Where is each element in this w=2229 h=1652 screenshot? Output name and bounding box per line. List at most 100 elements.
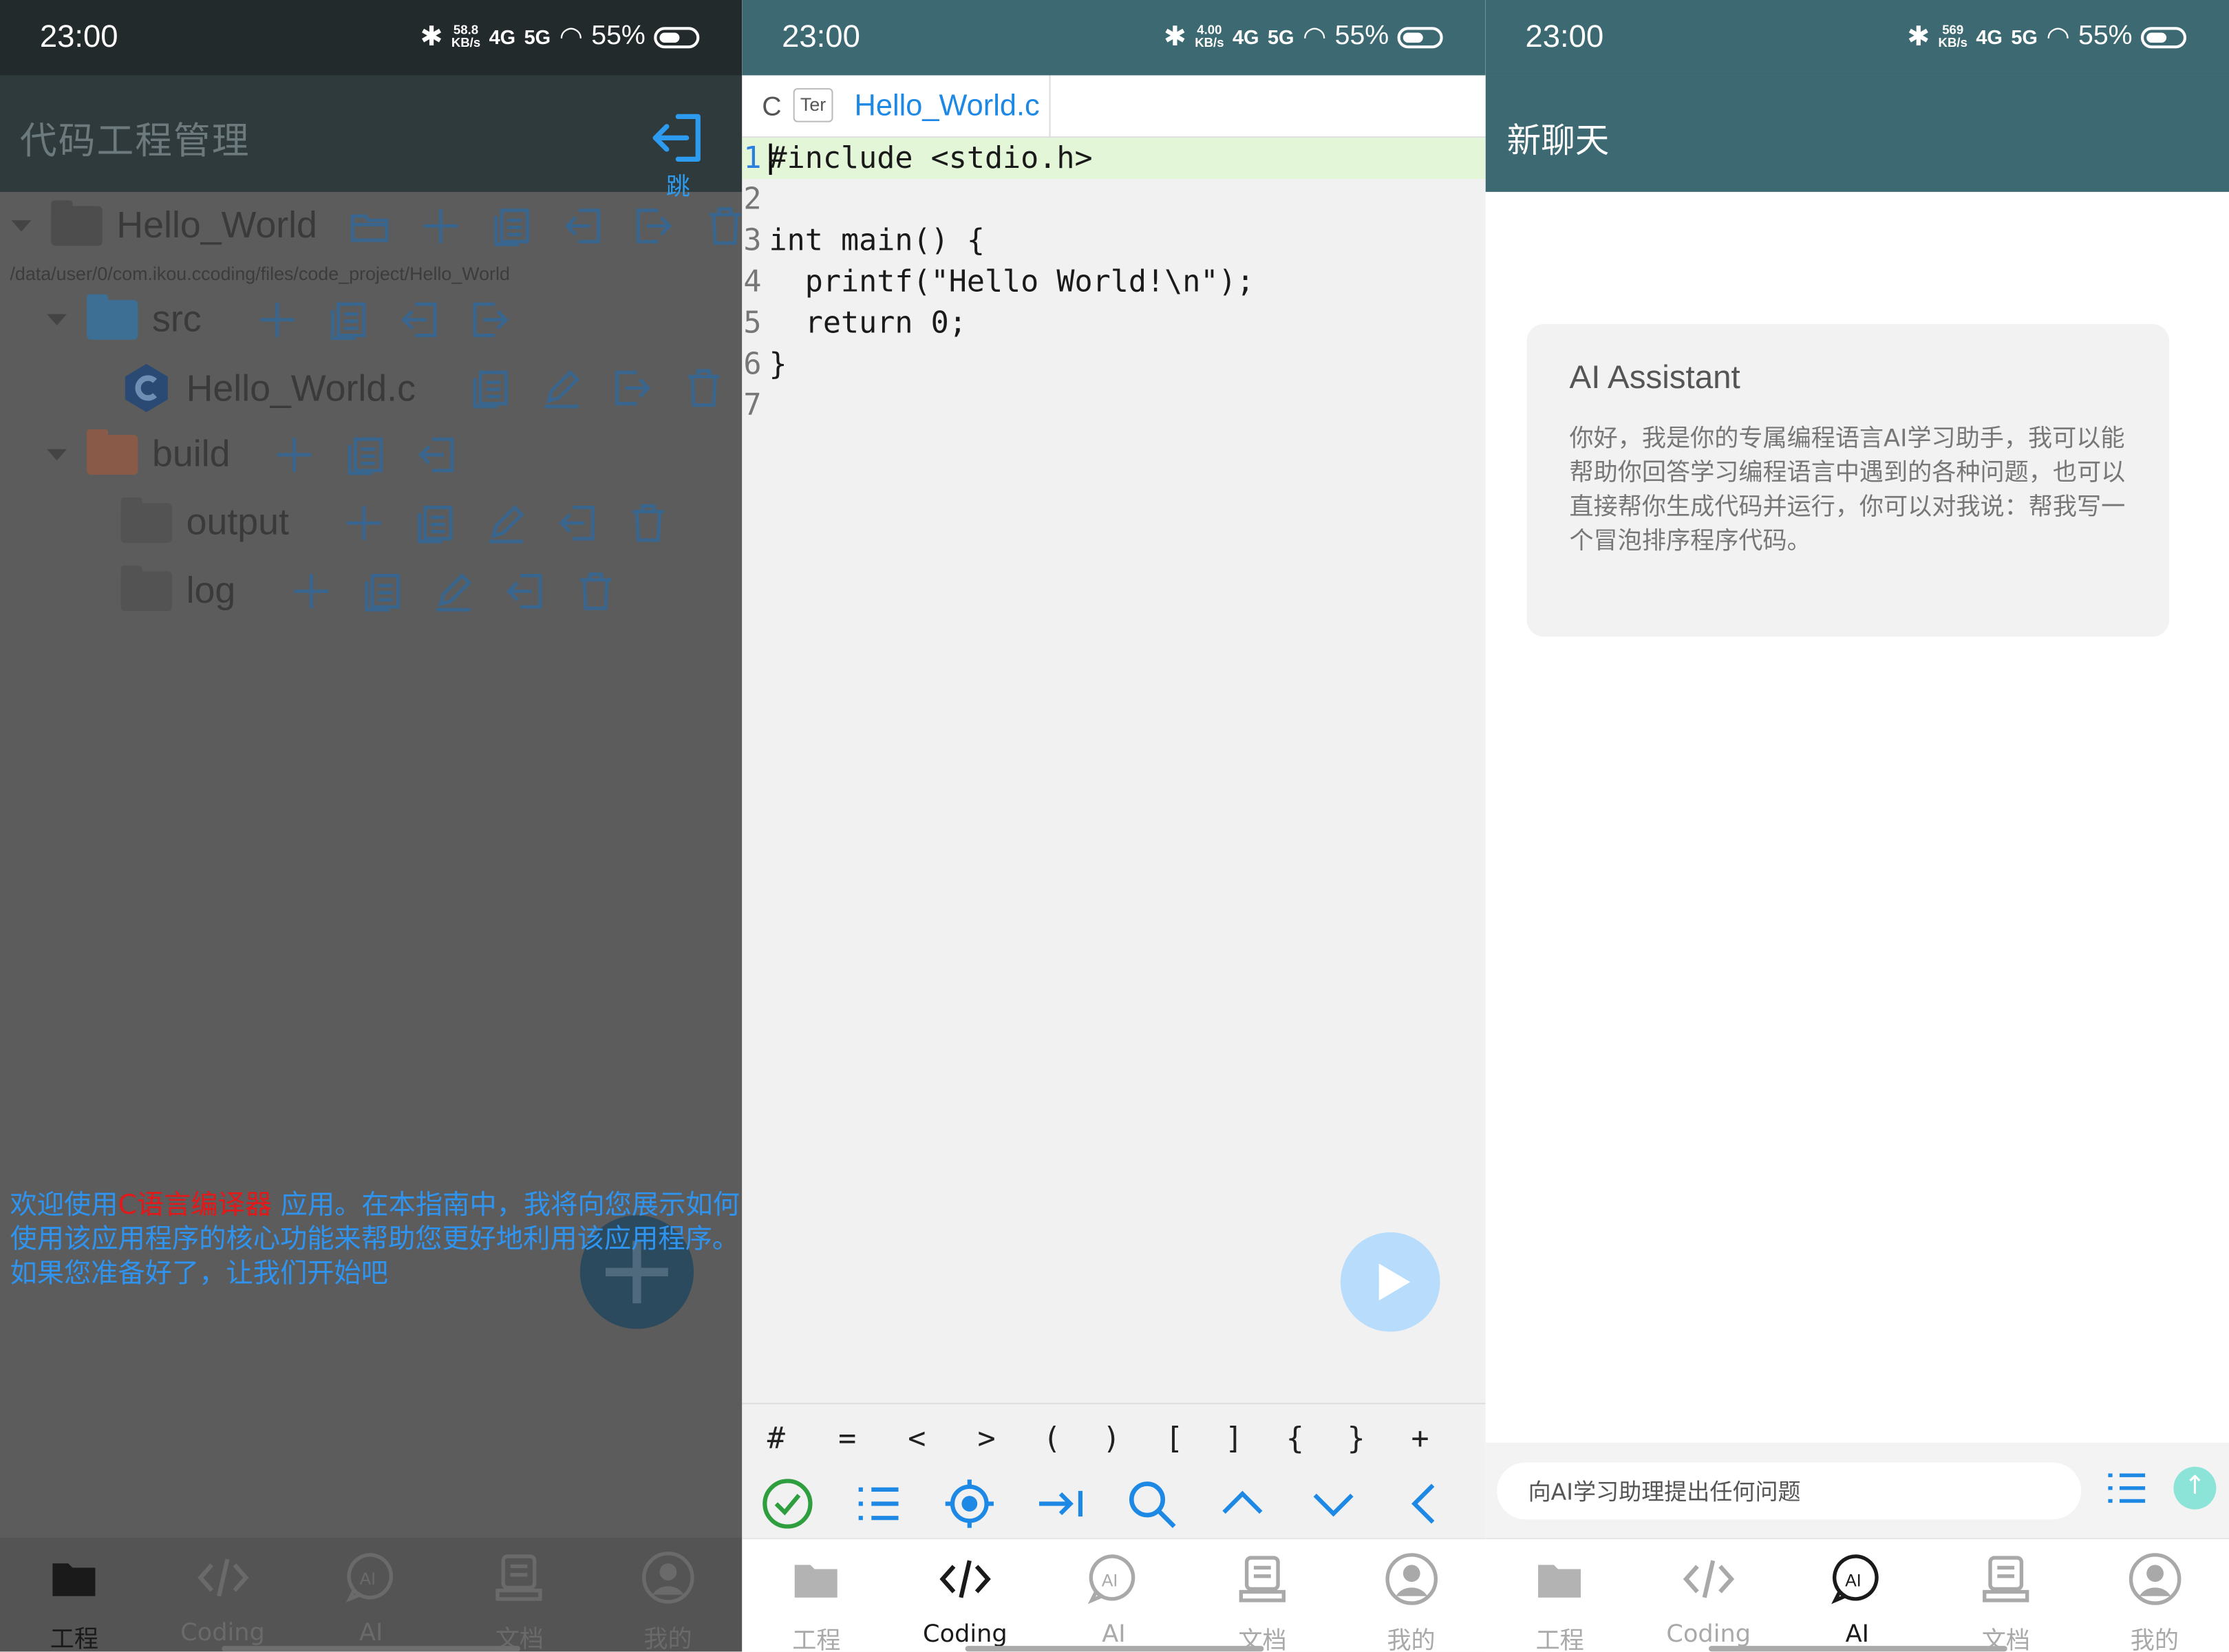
tree-node-build[interactable]: build bbox=[47, 428, 458, 476]
import-icon[interactable] bbox=[415, 433, 458, 475]
code-line: 7 bbox=[743, 387, 762, 422]
copy-icon[interactable] bbox=[414, 501, 457, 544]
network-speed: 58.8 KB/s bbox=[451, 23, 481, 50]
network-speed: 4.00 KB/s bbox=[1195, 23, 1224, 50]
copy-icon[interactable] bbox=[326, 298, 369, 341]
rename-icon[interactable] bbox=[431, 569, 474, 612]
collapse-triangle-icon bbox=[47, 448, 67, 460]
run-button[interactable] bbox=[1340, 1232, 1440, 1332]
nav-docs[interactable]: 文档 bbox=[1188, 1539, 1336, 1651]
chevron-up-icon[interactable] bbox=[1215, 1477, 1269, 1530]
nav-ai[interactable]: AI AI bbox=[1783, 1539, 1932, 1651]
export-icon[interactable] bbox=[612, 367, 654, 409]
battery-icon bbox=[2140, 26, 2187, 48]
symbol-key[interactable]: } bbox=[1336, 1422, 1376, 1456]
svg-text:AI: AI bbox=[360, 1570, 376, 1589]
symbol-key[interactable]: + bbox=[1400, 1422, 1440, 1456]
symbol-key[interactable]: < bbox=[897, 1422, 937, 1456]
jump-button[interactable]: 跳 bbox=[648, 112, 708, 202]
guide-text: 欢迎使用C语言编译器 应用。在本指南中，我将向您展示如何使用该应用程序的核心功能… bbox=[10, 1189, 740, 1289]
import-icon[interactable] bbox=[398, 298, 440, 341]
symbol-key[interactable]: { bbox=[1275, 1422, 1315, 1456]
check-icon[interactable] bbox=[760, 1477, 814, 1530]
add-icon[interactable] bbox=[273, 433, 315, 475]
indent-icon[interactable] bbox=[1034, 1477, 1087, 1530]
nav-ai[interactable]: AI AI bbox=[1039, 1539, 1188, 1651]
user-avatar-icon bbox=[641, 1552, 694, 1604]
chat-input-bar bbox=[1485, 1442, 2229, 1538]
tab-terminal[interactable]: Ter bbox=[793, 88, 833, 122]
import-icon[interactable] bbox=[503, 569, 546, 612]
folder-icon bbox=[1538, 1565, 1581, 1598]
tree-node-label: output bbox=[186, 500, 289, 544]
import-icon[interactable] bbox=[562, 204, 604, 246]
status-bar: 23:00 ✱ 569 KB/s 4G 5G ◠ 55% bbox=[1485, 0, 2229, 76]
nav-project[interactable]: 工程 bbox=[0, 1538, 149, 1651]
symbol-key[interactable]: ] bbox=[1214, 1422, 1254, 1456]
locate-icon[interactable] bbox=[943, 1477, 996, 1530]
export-icon[interactable] bbox=[469, 298, 511, 341]
chat-input[interactable] bbox=[1497, 1462, 2082, 1520]
list-icon[interactable] bbox=[2104, 1466, 2149, 1511]
folder-icon bbox=[120, 565, 172, 611]
symbol-key[interactable]: > bbox=[967, 1422, 1007, 1456]
rename-icon[interactable] bbox=[541, 367, 584, 409]
search-icon[interactable] bbox=[1124, 1477, 1178, 1530]
copy-icon[interactable] bbox=[361, 569, 403, 612]
import-icon[interactable] bbox=[556, 501, 599, 544]
nav-coding[interactable]: Coding bbox=[890, 1539, 1039, 1651]
delete-icon[interactable] bbox=[683, 367, 725, 409]
user-avatar-icon bbox=[1385, 1553, 1438, 1605]
nav-ai[interactable]: AI AI bbox=[297, 1538, 445, 1651]
project-path: /data/user/0/com.ikou.ccoding/files/code… bbox=[10, 263, 510, 285]
delete-icon[interactable] bbox=[704, 204, 742, 246]
add-icon[interactable] bbox=[290, 569, 332, 612]
add-icon[interactable] bbox=[343, 501, 385, 544]
tab-c[interactable]: C bbox=[762, 92, 781, 123]
nav-mine[interactable]: 我的 bbox=[594, 1538, 743, 1651]
tree-node-log[interactable]: log bbox=[120, 565, 617, 612]
export-icon[interactable] bbox=[633, 204, 676, 246]
bottom-nav: 工程 Coding AI AI 文档 我的 bbox=[742, 1538, 1486, 1652]
nav-coding[interactable]: Coding bbox=[1634, 1539, 1783, 1651]
symbol-key[interactable]: ) bbox=[1091, 1422, 1131, 1456]
copy-icon[interactable] bbox=[344, 433, 387, 475]
list-icon[interactable] bbox=[851, 1477, 905, 1530]
open-folder-icon[interactable] bbox=[348, 204, 391, 246]
nav-project[interactable]: 工程 bbox=[1486, 1539, 1634, 1651]
symbol-key[interactable]: [ bbox=[1154, 1422, 1194, 1456]
delete-icon[interactable] bbox=[574, 569, 617, 612]
symbol-key[interactable]: = bbox=[827, 1422, 867, 1456]
jump-label: 跳 bbox=[665, 173, 690, 202]
tree-node-root[interactable]: Hello_World bbox=[11, 200, 743, 247]
rename-icon[interactable] bbox=[485, 501, 528, 544]
delete-icon[interactable] bbox=[628, 501, 670, 544]
add-icon[interactable] bbox=[255, 298, 298, 341]
send-button[interactable] bbox=[2173, 1466, 2217, 1510]
nav-coding[interactable]: Coding bbox=[149, 1538, 297, 1651]
ai-chat-screen: 23:00 ✱ 569 KB/s 4G 5G ◠ 55% 新聊天 AI Assis… bbox=[1485, 0, 2229, 1652]
docs-icon bbox=[1983, 1556, 2029, 1602]
bottom-nav: 工程 Coding AI AI 文档 我的 bbox=[0, 1538, 743, 1652]
symbol-key[interactable]: # bbox=[756, 1422, 796, 1456]
nav-docs[interactable]: 文档 bbox=[1932, 1539, 2080, 1651]
tree-node-output[interactable]: output bbox=[120, 496, 670, 544]
nav-docs[interactable]: 文档 bbox=[445, 1538, 594, 1651]
home-indicator bbox=[964, 1646, 1263, 1652]
folder-icon bbox=[52, 1563, 96, 1596]
code-editor[interactable]: 1 #include <stdio.h> 2 3 int main() { 4 pr… bbox=[742, 138, 1486, 1403]
nav-mine[interactable]: 我的 bbox=[2080, 1539, 2229, 1651]
tree-node-file[interactable]: Hello_World.c bbox=[121, 363, 726, 414]
tree-node-src[interactable]: src bbox=[47, 293, 511, 341]
copy-icon[interactable] bbox=[491, 204, 533, 246]
collapse-triangle-icon bbox=[11, 219, 32, 231]
nav-project[interactable]: 工程 bbox=[742, 1539, 890, 1651]
tab-file[interactable]: Hello_World.c bbox=[844, 75, 1052, 138]
copy-icon[interactable] bbox=[469, 367, 512, 409]
code-line: 6} bbox=[743, 347, 787, 381]
symbol-key[interactable]: ( bbox=[1032, 1422, 1072, 1456]
chevron-down-icon[interactable] bbox=[1306, 1477, 1360, 1530]
add-icon[interactable] bbox=[420, 204, 462, 246]
chevron-left-icon[interactable] bbox=[1398, 1477, 1451, 1530]
nav-mine[interactable]: 我的 bbox=[1337, 1539, 1486, 1651]
